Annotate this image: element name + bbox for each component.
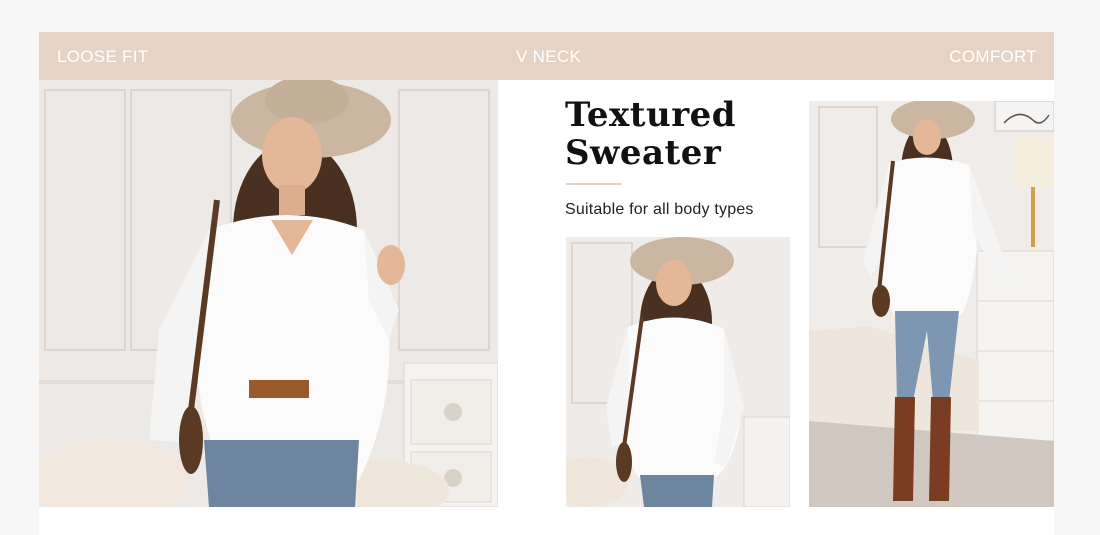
feature-comfort: COMFORT — [949, 47, 1037, 66]
title-line-1: Textured — [565, 95, 737, 135]
feature-v-neck: V NECK — [516, 47, 582, 66]
secondary-product-photo — [566, 237, 790, 507]
main-product-photo — [39, 80, 498, 507]
product-detail-card: LOOSE FIT V NECK COMFORT Textured Sweate… — [39, 32, 1054, 535]
product-subtitle: Suitable for all body types — [565, 201, 754, 218]
title-divider — [566, 183, 622, 185]
feature-loose-fit: LOOSE FIT — [57, 47, 149, 66]
title-line-2: Sweater — [565, 133, 722, 173]
full-length-product-photo — [809, 101, 1054, 507]
product-title: Textured Sweater — [565, 96, 795, 172]
feature-banner: LOOSE FIT V NECK COMFORT — [39, 32, 1054, 80]
